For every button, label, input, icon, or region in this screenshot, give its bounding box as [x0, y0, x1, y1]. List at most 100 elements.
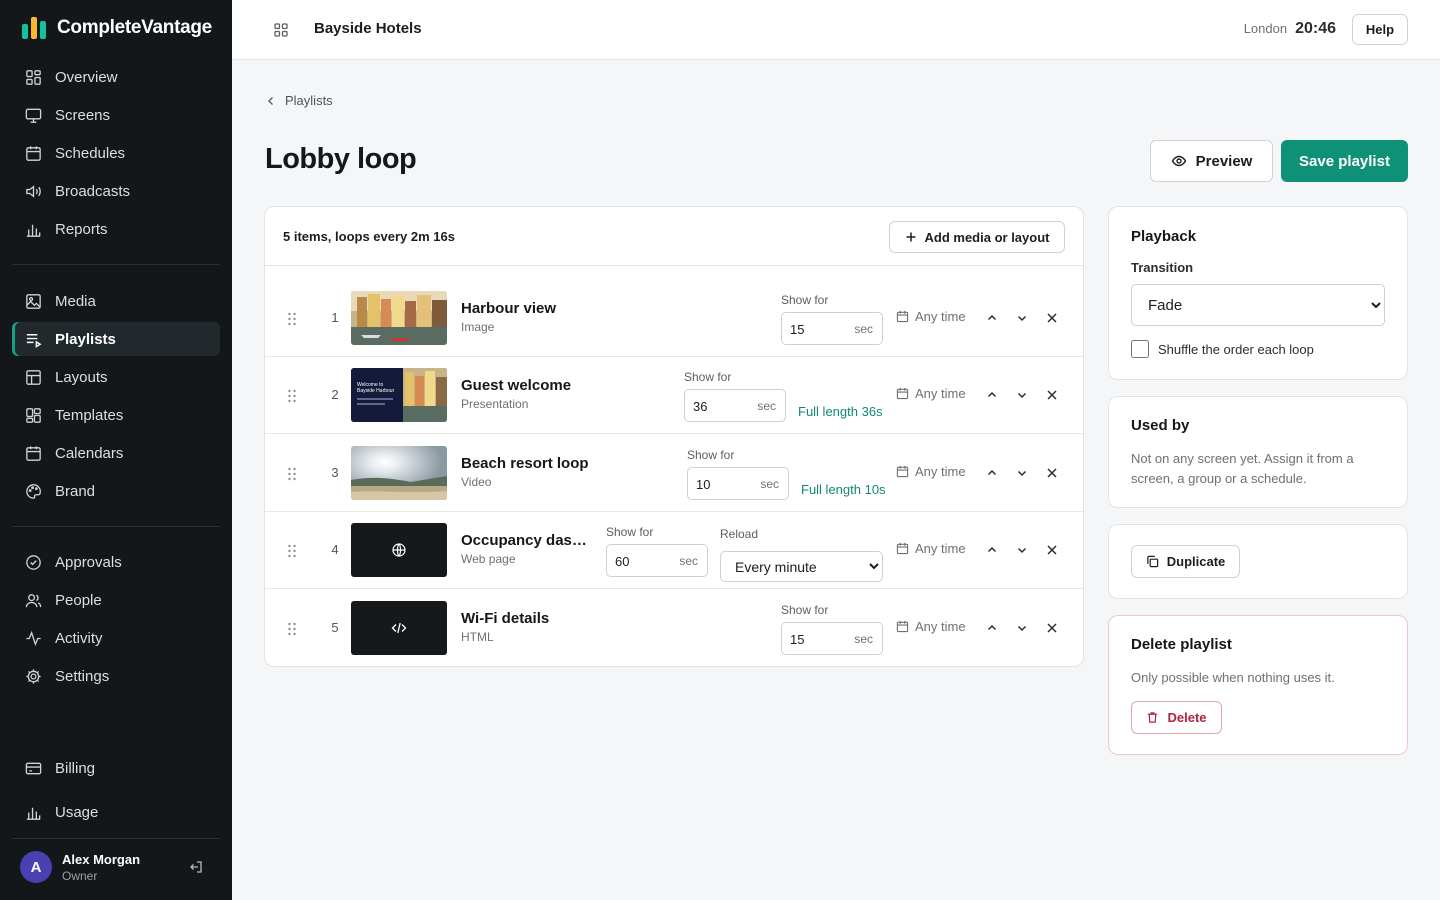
schedule-window[interactable]: Any time	[896, 386, 966, 401]
preview-label: Preview	[1195, 152, 1253, 170]
duration-field[interactable]	[696, 475, 748, 493]
breadcrumb-link[interactable]: Playlists	[285, 93, 333, 108]
remove-icon[interactable]	[1045, 621, 1059, 635]
remove-icon[interactable]	[1045, 311, 1059, 325]
duration-input[interactable]: sec	[781, 622, 883, 655]
sidebar-item-screens[interactable]: Screens	[12, 98, 220, 132]
schedule-window[interactable]: Any time	[896, 464, 966, 479]
sidebar-item-reports[interactable]: Reports	[12, 212, 220, 246]
drag-handle-icon[interactable]	[287, 389, 297, 403]
activity-icon	[26, 630, 41, 646]
remove-icon[interactable]	[1045, 388, 1059, 402]
sidebar-item-usage[interactable]: Usage	[12, 795, 220, 829]
duplicate-button[interactable]: Duplicate	[1131, 545, 1240, 578]
logout-icon[interactable]	[188, 859, 204, 875]
sidebar-item-media[interactable]: Media	[12, 284, 220, 318]
sidebar-item-label: Schedules	[55, 144, 126, 162]
used-by-panel: Used by Not on any screen yet. Assign it…	[1108, 396, 1408, 508]
sidebar-item-approvals[interactable]: Approvals	[12, 545, 220, 579]
drag-handle-icon[interactable]	[287, 544, 297, 558]
nav-divider	[12, 264, 220, 265]
move-down-icon[interactable]	[1015, 543, 1029, 557]
drag-handle-icon[interactable]	[287, 622, 297, 636]
move-down-icon[interactable]	[1015, 311, 1029, 325]
user-name: Alex Morgan	[62, 851, 141, 867]
delete-title: Delete playlist	[1131, 636, 1232, 653]
delete-button[interactable]: Delete	[1131, 701, 1222, 734]
sidebar-item-calendars[interactable]: Calendars	[12, 436, 220, 470]
drag-handle-icon[interactable]	[287, 467, 297, 481]
duration-input[interactable]: sec	[684, 389, 786, 422]
delete-panel: Delete playlist Only possible when nothi…	[1108, 615, 1408, 755]
playlist-row: 3 Beach resort loop Video Show for 10 se…	[265, 435, 1083, 512]
sidebar-item-templates[interactable]: Templates	[12, 398, 220, 432]
calendar-icon	[896, 542, 909, 555]
save-playlist-button[interactable]: Save playlist	[1281, 140, 1408, 182]
sidebar-item-settings[interactable]: Settings	[12, 659, 220, 693]
thumbnail	[351, 601, 447, 655]
help-button[interactable]: Help	[1352, 14, 1408, 45]
schedule-window[interactable]: Any time	[896, 309, 966, 324]
sidebar-item-brand[interactable]: Brand	[12, 474, 220, 508]
breadcrumb[interactable]: Playlists	[265, 93, 333, 108]
sidebar-item-activity[interactable]: Activity	[12, 621, 220, 655]
preview-button[interactable]: Preview	[1150, 140, 1273, 182]
duration-unit: sec	[854, 322, 873, 336]
sidebar-item-label: Usage	[55, 803, 99, 821]
shuffle-checkbox[interactable]	[1131, 340, 1149, 358]
schedule-window[interactable]: Any time	[896, 541, 966, 556]
move-up-icon[interactable]	[985, 543, 999, 557]
remove-icon[interactable]	[1045, 543, 1059, 557]
drag-handle-icon[interactable]	[287, 312, 297, 326]
reload-label: Reload	[720, 527, 759, 541]
schedule-window[interactable]: Any time	[896, 619, 966, 634]
sidebar-item-label: Broadcasts	[55, 182, 131, 200]
show-for-label: Show for	[781, 293, 829, 307]
shuffle-option[interactable]: Shuffle the order each loop	[1131, 340, 1314, 358]
full-length-link[interactable]: Full length 10s	[801, 482, 886, 497]
sidebar-item-layouts[interactable]: Layouts	[12, 360, 220, 394]
calendar-icon	[896, 310, 909, 323]
item-type: Video	[461, 475, 492, 489]
transition-select[interactable]: Fade	[1131, 284, 1385, 326]
sidebar-item-broadcasts[interactable]: Broadcasts	[12, 174, 220, 208]
org-name[interactable]: Bayside Hotels	[314, 20, 422, 37]
duration-input[interactable]: sec	[687, 467, 789, 500]
add-media-button[interactable]: Add media or layout	[889, 221, 1065, 253]
duration-field[interactable]	[790, 320, 842, 338]
duration-field[interactable]	[693, 397, 745, 415]
nav-primary: Overview Screens Schedules Broadcasts Re…	[12, 60, 220, 250]
move-up-icon[interactable]	[985, 621, 999, 635]
sidebar-item-playlists[interactable]: Playlists	[12, 322, 220, 356]
duration-input[interactable]: sec	[781, 312, 883, 345]
sidebar-item-people[interactable]: People	[12, 583, 220, 617]
move-up-icon[interactable]	[985, 466, 999, 480]
reload-select[interactable]: Every minute	[720, 551, 883, 582]
remove-icon[interactable]	[1045, 466, 1059, 480]
item-type: Presentation	[461, 397, 529, 411]
calendar-icon	[896, 387, 909, 400]
thumbnail	[351, 446, 447, 500]
move-up-icon[interactable]	[985, 388, 999, 402]
move-down-icon[interactable]	[1015, 466, 1029, 480]
move-down-icon[interactable]	[1015, 621, 1029, 635]
move-up-icon[interactable]	[985, 311, 999, 325]
layout-icon	[26, 369, 41, 385]
duration-field[interactable]	[615, 552, 667, 570]
sidebar-item-overview[interactable]: Overview	[12, 60, 220, 94]
calendar-icon	[26, 145, 41, 161]
duration-unit: sec	[854, 632, 873, 646]
clock: London 20:46	[1244, 20, 1336, 38]
item-type: Web page	[461, 552, 516, 566]
topbar: Bayside Hotels London 20:46 Help	[232, 0, 1440, 60]
duration-field[interactable]	[790, 630, 842, 648]
sidebar-item-schedules[interactable]: Schedules	[12, 136, 220, 170]
org-switcher-icon[interactable]	[272, 21, 290, 39]
duration-input[interactable]: sec	[606, 544, 708, 577]
move-down-icon[interactable]	[1015, 388, 1029, 402]
brand[interactable]: CompleteVantage	[22, 17, 212, 39]
sidebar-item-billing[interactable]: Billing	[12, 751, 220, 785]
image-icon	[26, 293, 41, 309]
full-length-link[interactable]: Full length 36s	[798, 404, 883, 419]
user-menu[interactable]: A Alex Morgan Owner	[20, 851, 212, 883]
